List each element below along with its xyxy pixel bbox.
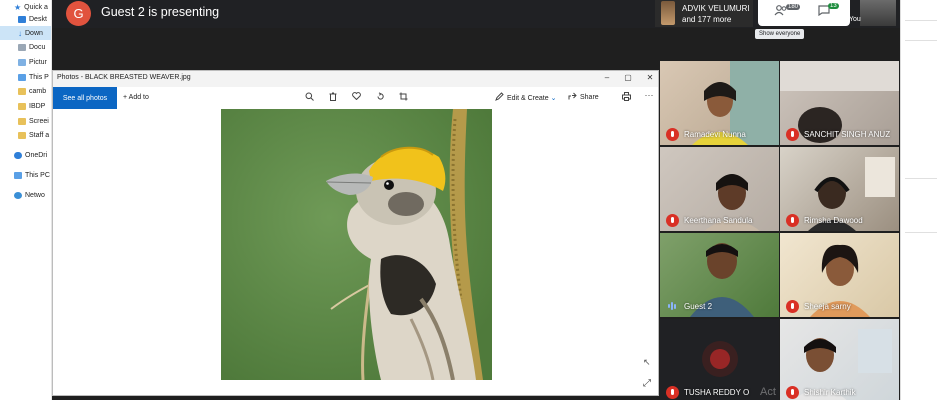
edit-create-button[interactable]: Edit & Create ⌄ <box>507 94 556 102</box>
participant-name: TUSHA REDDY O <box>684 388 750 397</box>
participant-thumbnail <box>661 1 675 25</box>
participant-tile[interactable]: Keerthana Sandula <box>660 147 779 231</box>
mouse-cursor-icon: ↖ <box>643 357 651 367</box>
maximize-icon[interactable]: ▢ <box>621 73 635 82</box>
close-icon[interactable]: ✕ <box>643 73 657 82</box>
bird-photo <box>221 109 492 380</box>
edit-icon <box>493 92 505 103</box>
explorer-item-documents[interactable]: Docu <box>18 40 45 54</box>
activate-windows-watermark: Act <box>760 386 776 398</box>
show-everyone-tooltip: Show everyone <box>755 29 805 39</box>
participant-tile[interactable]: Ramadevi Nunna <box>660 61 779 145</box>
share-icon <box>566 92 578 102</box>
explorer-item-this-pc[interactable]: This PC <box>14 168 50 182</box>
background-window-strip <box>900 0 940 400</box>
folder-icon <box>18 117 26 125</box>
pc-icon <box>18 73 26 81</box>
participant-name: Shishir Karthik <box>804 388 856 397</box>
presenting-label: Guest 2 is presenting <box>101 5 220 19</box>
participant-tile[interactable]: Sheeja sarny <box>780 233 899 317</box>
self-view-tile[interactable] <box>860 0 896 26</box>
participant-name: Guest 2 <box>684 302 713 311</box>
presenter-avatar: G <box>66 1 91 26</box>
folder-icon <box>18 58 26 66</box>
explorer-item-ibdp[interactable]: IBDP <box>18 99 45 113</box>
explorer-item-camb[interactable]: camb <box>18 84 46 98</box>
participant-tile[interactable]: Shishir Karthik <box>780 319 899 400</box>
chat-count-badge: 13 <box>828 3 839 9</box>
explorer-item-downloads[interactable]: ↓ Down <box>0 26 51 40</box>
divider <box>905 40 937 41</box>
explorer-item-staff[interactable]: Staff a <box>18 128 49 142</box>
delete-icon[interactable] <box>327 92 339 103</box>
divider <box>905 178 937 179</box>
mic-off-icon <box>786 128 799 141</box>
folder-icon <box>18 131 26 139</box>
fullscreen-icon[interactable]: ⤢ <box>643 378 651 389</box>
folder-icon <box>18 15 26 23</box>
self-view-label: You <box>849 16 861 23</box>
mic-off-icon <box>666 128 679 141</box>
crop-icon[interactable] <box>397 92 409 103</box>
edit-create-label: Edit & Create <box>507 95 549 102</box>
explorer-item-onedrive[interactable]: OneDri <box>14 148 47 162</box>
speaking-indicator-icon <box>668 302 678 310</box>
photo-viewer-canvas: ↖ ⤢ <box>53 109 658 395</box>
explorer-item-screenshots[interactable]: Screei <box>18 114 49 128</box>
participant-name: Keerthana Sandula <box>684 216 753 225</box>
divider <box>905 232 937 233</box>
see-all-photos-label: See all photos <box>62 94 108 102</box>
mic-off-icon <box>786 214 799 227</box>
explorer-item-pictures[interactable]: Pictur <box>18 55 47 69</box>
screen: ★ Quick a Deskt ↓ Down Docu Pictur This … <box>0 0 940 400</box>
participant-tile[interactable]: Guest 2 <box>660 233 779 317</box>
explorer-item-desktop[interactable]: Deskt <box>18 12 47 26</box>
participant-grid: Ramadevi Nunna SANCHIT SINGH ANUZ Keerth… <box>660 61 900 400</box>
photos-window: Photos - BLACK BREASTED WEAVER.jpg – ▢ ✕… <box>52 70 659 396</box>
file-explorer-sidebar: ★ Quick a Deskt ↓ Down Docu Pictur This … <box>0 0 52 400</box>
network-icon <box>14 191 22 199</box>
folder-icon <box>18 87 26 95</box>
star-icon: ★ <box>14 2 22 12</box>
favorite-heart-icon[interactable] <box>350 92 362 102</box>
share-button[interactable]: Share <box>580 94 599 101</box>
photos-title-bar: Photos - BLACK BREASTED WEAVER.jpg – ▢ ✕ <box>53 71 658 87</box>
print-icon[interactable] <box>620 92 632 103</box>
mic-off-icon <box>666 214 679 227</box>
folder-icon <box>18 43 26 51</box>
presenter-tile-name: ADVIK VELUMURI <box>682 4 750 13</box>
mic-off-icon <box>786 386 799 399</box>
participant-tile[interactable]: Rimsha Dawood <box>780 147 899 231</box>
see-all-photos-button[interactable]: See all photos <box>53 87 117 109</box>
participant-name: Rimsha Dawood <box>804 216 863 225</box>
rotate-icon[interactable] <box>374 92 386 103</box>
cloud-icon <box>14 151 22 159</box>
mic-off-icon <box>666 386 679 399</box>
presenter-tile-more: and 177 more <box>682 15 732 24</box>
participant-name: SANCHIT SINGH ANUZ <box>804 130 891 139</box>
divider <box>905 20 937 21</box>
photos-toolbar: See all photos + Add to Edit & Create ⌄ … <box>53 87 658 109</box>
participant-tile[interactable]: SANCHIT SINGH ANUZ <box>780 61 899 145</box>
more-options-icon[interactable]: ··· <box>643 90 655 100</box>
minimize-icon[interactable]: – <box>600 73 614 82</box>
add-to-button[interactable]: + Add to <box>123 94 149 101</box>
people-count-badge: 180 <box>786 4 801 10</box>
folder-icon <box>18 102 26 110</box>
download-icon: ↓ <box>18 28 22 38</box>
photos-window-title: Photos - BLACK BREASTED WEAVER.jpg <box>57 74 191 81</box>
chevron-down-icon: ⌄ <box>550 95 557 102</box>
participant-name: Sheeja sarny <box>804 302 851 311</box>
presenter-summary-tile[interactable]: ADVIK VELUMURI and 177 more <box>655 0 753 27</box>
zoom-icon[interactable] <box>303 92 315 103</box>
participant-name: Ramadevi Nunna <box>684 130 746 139</box>
mic-off-icon <box>786 300 799 313</box>
explorer-item-network[interactable]: Netwo <box>14 188 45 202</box>
pc-icon <box>14 171 22 179</box>
explorer-item-this-pc-short[interactable]: This P <box>18 70 49 84</box>
